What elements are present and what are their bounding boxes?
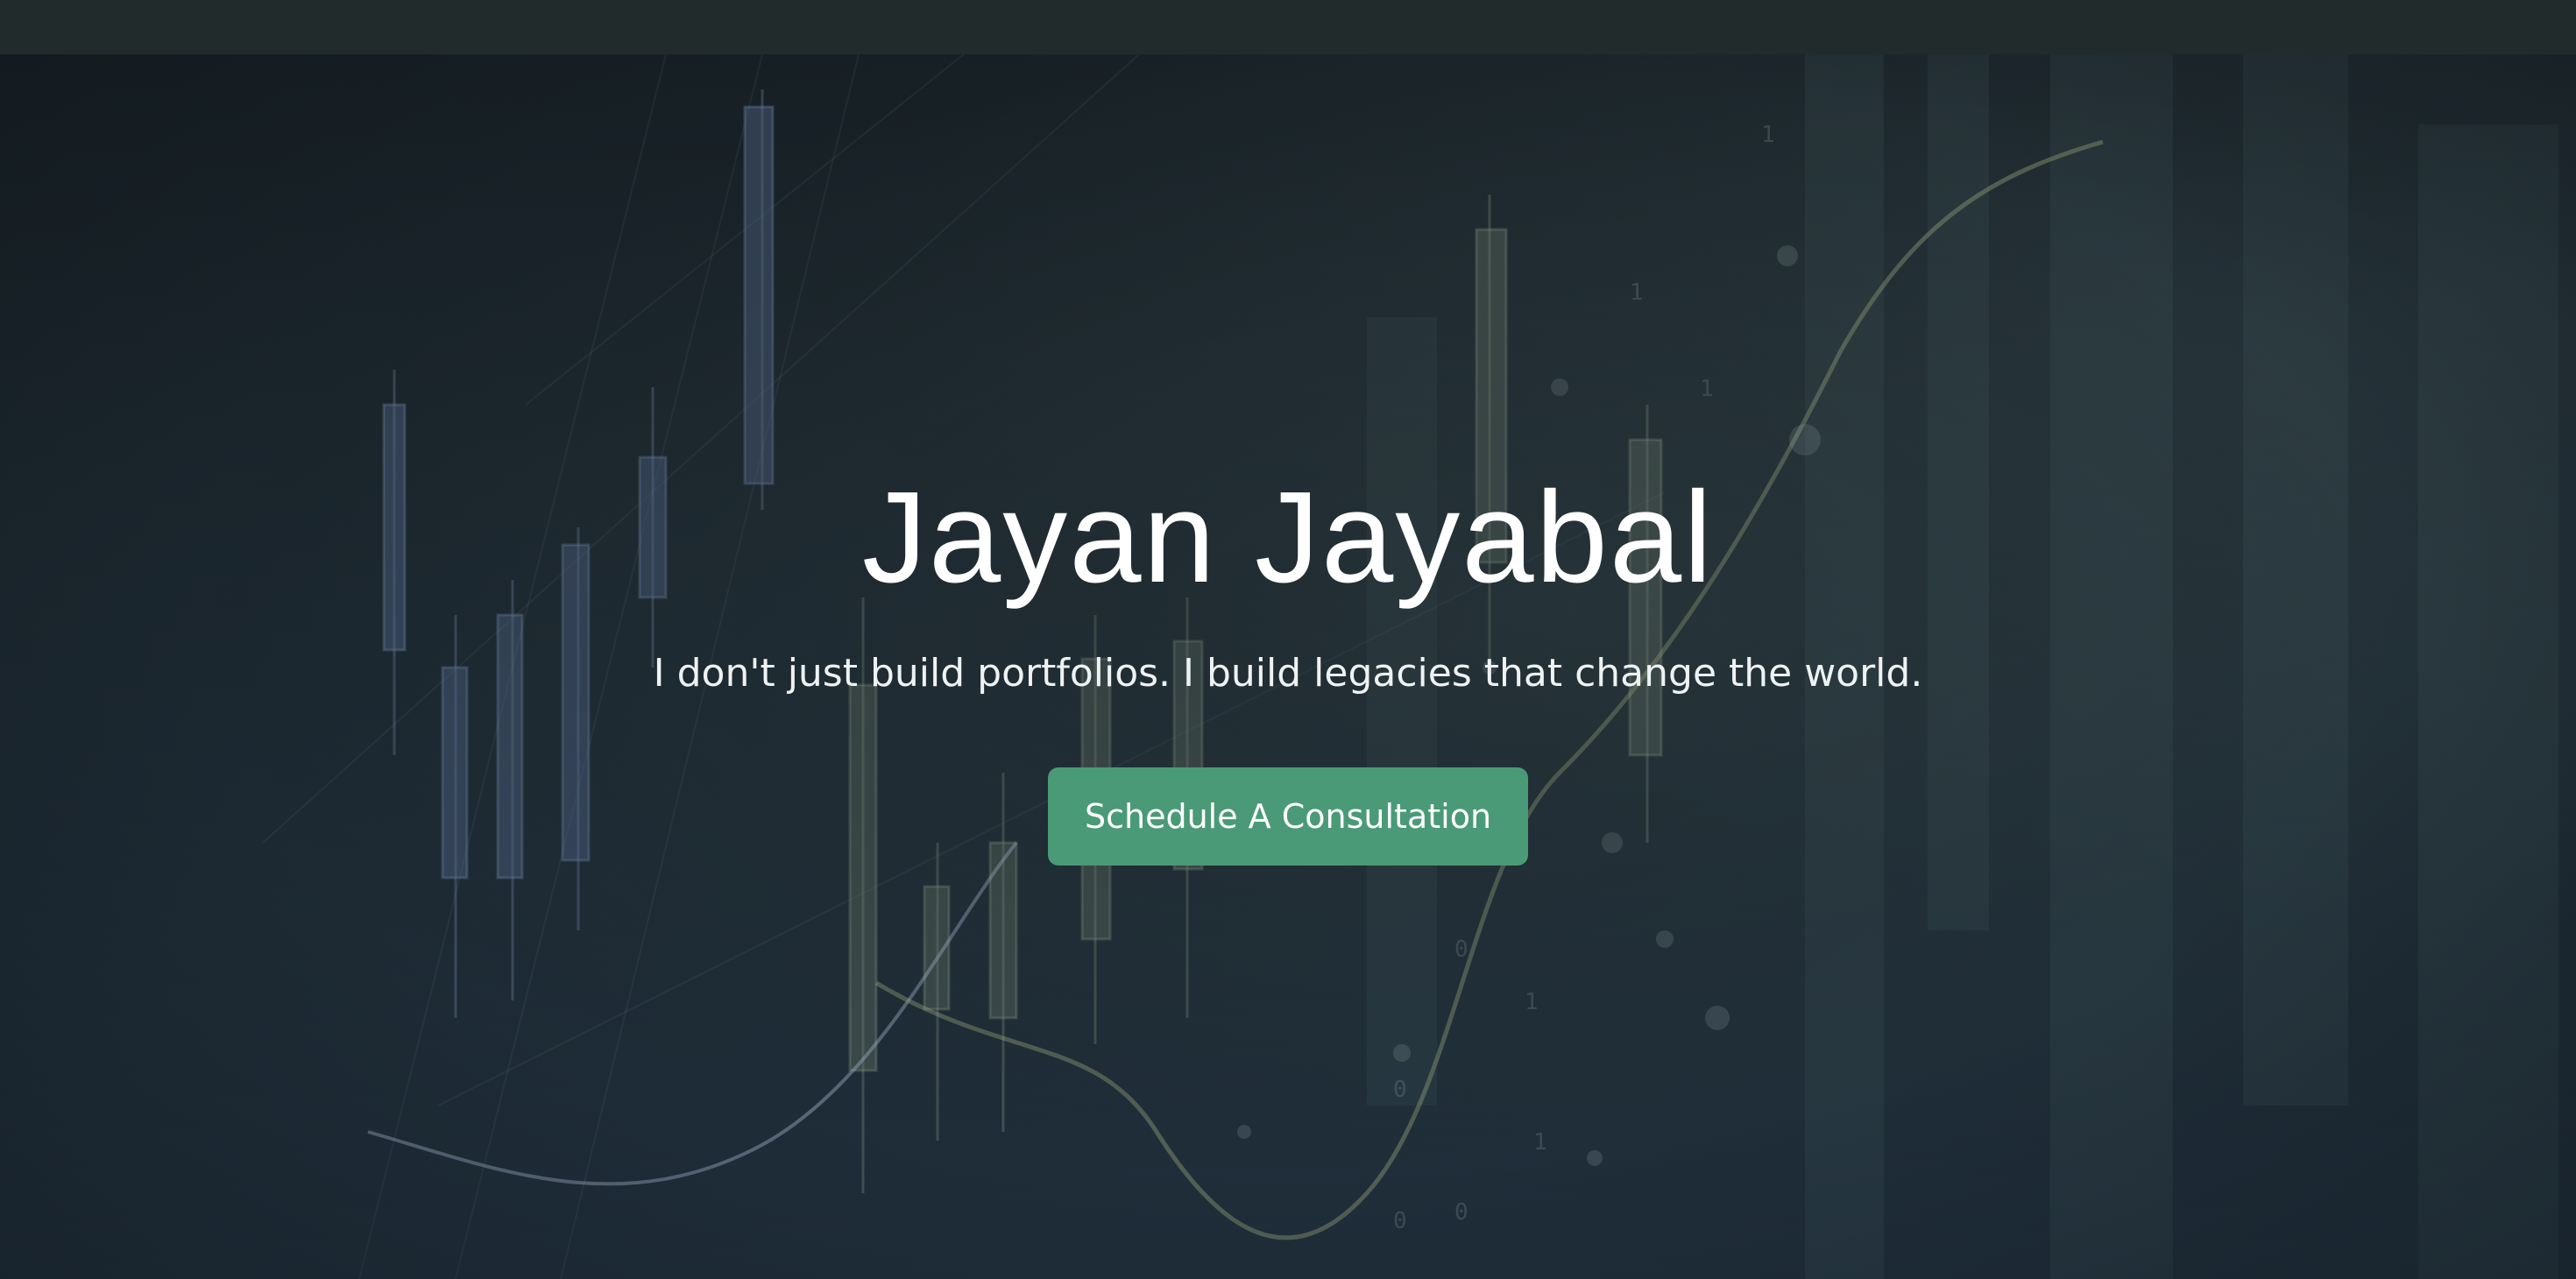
hero-title: Jayan Jayabal bbox=[861, 465, 1715, 610]
hero-content: Jayan Jayabal I don't just build portfol… bbox=[0, 54, 2576, 1279]
hero-section: 1 1 0 1 0 0 1 1 0 Jayan Jayabal I don't … bbox=[0, 54, 2576, 1279]
top-bar bbox=[0, 0, 2576, 54]
schedule-consultation-button[interactable]: Schedule A Consultation bbox=[1048, 767, 1528, 866]
page: 1 1 0 1 0 0 1 1 0 Jayan Jayabal I don't … bbox=[0, 0, 2576, 1279]
hero-subtitle: I don't just build portfolios. I build l… bbox=[653, 651, 1923, 696]
